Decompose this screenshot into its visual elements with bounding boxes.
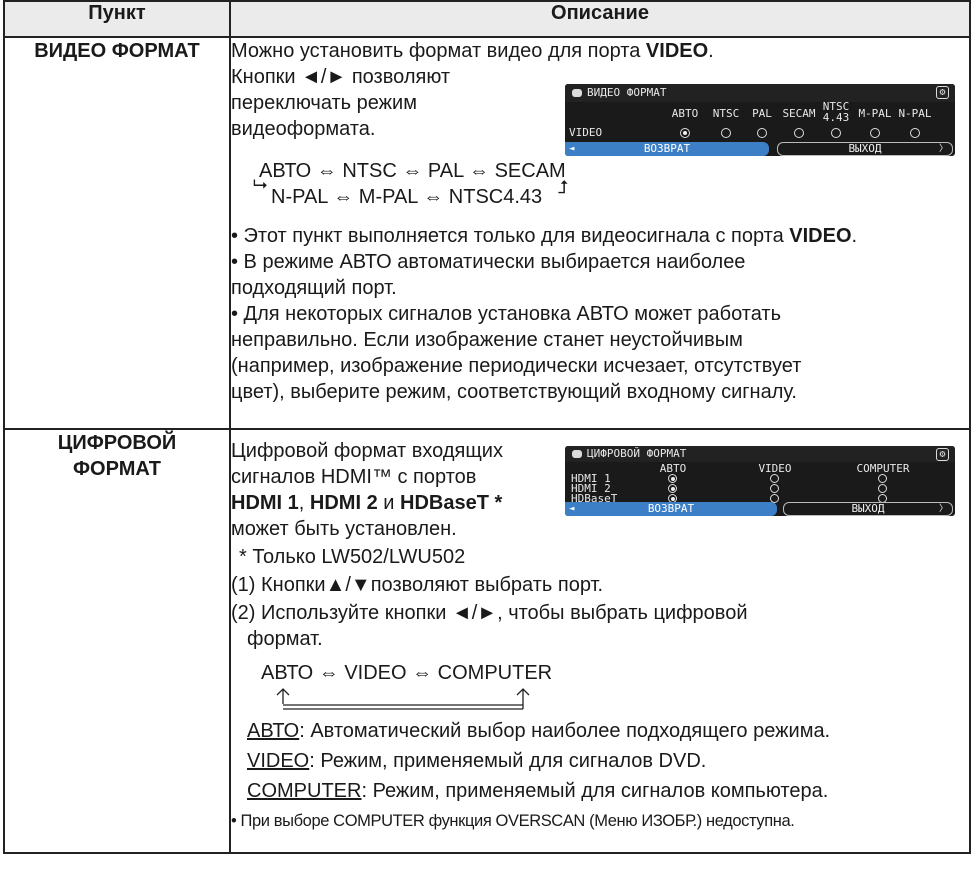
osd-radio-option[interactable] xyxy=(878,484,887,493)
video-format-note3-1: • Для некоторых сигналов установка АВТО … xyxy=(231,303,781,325)
video-format-note2-2: подходящий порт. xyxy=(231,277,397,299)
video-format-note1: • Этот пункт выполняется только для виде… xyxy=(231,225,858,247)
video-format-label: ВИДЕО ФОРМАТ xyxy=(3,36,231,430)
osd-title: ЦИФРОВОЙ ФОРМАТ xyxy=(587,447,687,460)
video-format-intro: Можно установить формат видео для порта … xyxy=(231,40,714,62)
digital-format-cycle: АВТО ⇔ VIDEO ⇔ COMPUTER xyxy=(261,662,553,684)
osd-exit-button[interactable]: ВЫХОД 〉 xyxy=(783,502,953,516)
menu-icon xyxy=(572,89,582,97)
left-triangle-icon: ◄ xyxy=(569,144,575,154)
header-item: Пункт xyxy=(3,0,231,38)
osd-column-header: АВТО xyxy=(659,462,687,475)
definition-auto: АВТО: Автоматический выбор наиболее подх… xyxy=(247,720,831,742)
osd-column-header: NTSC xyxy=(712,107,740,120)
video-format-note2-1: • В режиме АВТО автоматически выбирается… xyxy=(231,251,746,273)
video-format-description: Можно установить формат видео для порта … xyxy=(229,36,971,430)
osd-back-button[interactable]: ◄ ВОЗВРАТ xyxy=(565,142,769,156)
video-format-note3-2: неправильно. Если изображение станет неу… xyxy=(231,329,743,351)
settings-icon[interactable]: ⚙ xyxy=(936,448,949,461)
settings-icon[interactable]: ⚙ xyxy=(936,86,949,99)
table-row-digital-format: ЦИФРОВОЙ ФОРМАТ Цифровой формат входящих… xyxy=(3,428,971,854)
video-format-cycle-line2-wrap: ⮡ N-PAL ⇔ M-PAL ⇔ NTSC4.43 ⮥ xyxy=(231,174,969,211)
manual-page: Пункт Описание ВИДЕО ФОРМАТ Можно устано… xyxy=(0,0,973,870)
osd-radio-option[interactable] xyxy=(770,474,779,483)
osd-title: ВИДЕО ФОРМАТ xyxy=(587,86,667,99)
digital-format-note: • При выборе COMPUTER функция OVERSCAN (… xyxy=(231,812,795,830)
osd-column-header: SECAM xyxy=(782,107,816,120)
right-chevron-icon: 〉 xyxy=(938,504,948,514)
digital-format-intro-4: может быть установлен. xyxy=(231,518,457,540)
digital-format-description: Цифровой формат входящих сигналов HDMI™ … xyxy=(229,428,971,854)
osd-footer: ◄ ВОЗВРАТ ВЫХОД 〉 xyxy=(565,502,955,516)
osd-column-header: АВТО xyxy=(671,107,699,120)
digital-format-osd-menu: ЦИФРОВОЙ ФОРМАТ ⚙ АВТО VIDEO COMPUTER HDMI … xyxy=(565,446,955,516)
video-format-cycle-line1: АВТО ⇔ NTSC ⇔ PAL ⇔ SECAM xyxy=(259,160,566,182)
osd-column-header: N-PAL xyxy=(898,107,932,120)
osd-column-header: COMPUTER xyxy=(856,462,910,475)
osd-title-bar: ЦИФРОВОЙ ФОРМАТ ⚙ xyxy=(565,446,955,462)
definition-computer: COMPUTER: Режим, применяемый для сигнало… xyxy=(247,780,829,802)
left-triangle-icon: ◄ xyxy=(569,504,575,514)
osd-radio-option[interactable] xyxy=(878,474,887,483)
osd-exit-button[interactable]: ВЫХОД 〉 xyxy=(777,142,953,156)
right-chevron-icon: 〉 xyxy=(938,144,948,154)
digital-format-loop xyxy=(231,686,969,714)
digital-format-step2-2: формат. xyxy=(247,628,323,650)
settings-table: Пункт Описание ВИДЕО ФОРМАТ Можно устано… xyxy=(3,0,971,854)
video-format-note3-3: (например, изображение периодически исче… xyxy=(231,355,802,377)
osd-title-bar: ВИДЕО ФОРМАТ ⚙ xyxy=(565,84,955,102)
osd-radio-option[interactable] xyxy=(668,484,677,493)
osd-radio-option[interactable] xyxy=(794,128,804,138)
osd-radio-option[interactable] xyxy=(668,474,677,483)
loop-end-arrow-icon: ⮥ xyxy=(557,177,569,198)
osd-column-header: VIDEO xyxy=(758,462,792,475)
osd-radio-option[interactable] xyxy=(870,128,880,138)
definition-video: VIDEO: Режим, применяемый для сигналов D… xyxy=(247,750,707,772)
table-header-row: Пункт Описание xyxy=(3,0,971,38)
table-row-video-format: ВИДЕО ФОРМАТ Можно установить формат вид… xyxy=(3,36,971,430)
menu-icon xyxy=(572,450,582,458)
loop-start-arrow-icon: ⮡ xyxy=(253,174,268,195)
osd-radio-option[interactable] xyxy=(831,128,841,138)
osd-radio-option[interactable] xyxy=(721,128,731,138)
osd-footer: ◄ ВОЗВРАТ ВЫХОД 〉 xyxy=(565,142,955,156)
video-format-note3-4: цвет), выберите режим, соответствующий в… xyxy=(231,381,797,403)
video-format-osd-menu: ВИДЕО ФОРМАТ ⚙ VIDEO АВТО NTSC PAL SECAM NTS… xyxy=(565,84,955,156)
osd-radio-option[interactable] xyxy=(680,128,690,138)
osd-back-button[interactable]: ◄ ВОЗВРАТ xyxy=(565,502,777,516)
digital-format-step2-1: (2) Используйте кнопки ◄/►, чтобы выбрат… xyxy=(231,602,748,624)
osd-radio-option[interactable] xyxy=(910,128,920,138)
header-description: Описание xyxy=(229,0,971,38)
osd-column-header: PAL xyxy=(752,107,772,120)
osd-row-label: VIDEO xyxy=(569,126,603,139)
loop-arrow-icon xyxy=(276,688,530,710)
osd-radio-option[interactable] xyxy=(757,128,767,138)
osd-radio-option[interactable] xyxy=(770,484,779,493)
digital-format-step1: (1) Кнопки▲/▼позволяют выбрать порт. xyxy=(231,574,604,596)
osd-column-header: NTSC 4.43 xyxy=(822,100,850,124)
digital-format-footnote: * Только LW502/LWU502 xyxy=(239,546,466,568)
osd-column-header: M-PAL xyxy=(858,107,892,120)
digital-format-label: ЦИФРОВОЙ ФОРМАТ xyxy=(3,428,231,854)
video-format-cycle-line2: N-PAL ⇔ M-PAL ⇔ NTSC4.43 xyxy=(271,186,543,208)
